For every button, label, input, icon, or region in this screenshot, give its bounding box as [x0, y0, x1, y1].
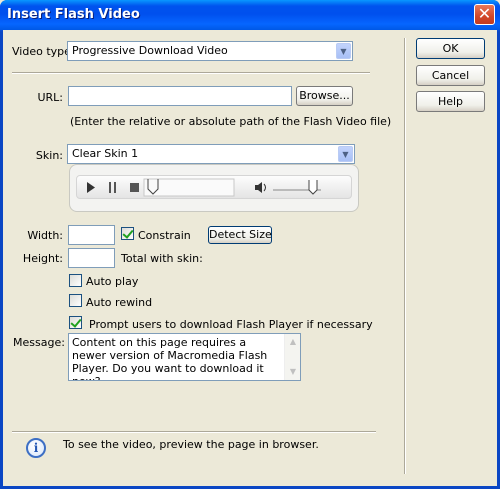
auto-rewind-checkbox[interactable] — [69, 294, 82, 307]
constrain-checkbox[interactable] — [121, 227, 134, 240]
video-type-label: Video type: — [12, 45, 75, 58]
skin-preview — [69, 164, 359, 212]
dialog-body: Video type: Progressive Download Video ▼… — [3, 30, 497, 486]
title-bar[interactable]: Insert Flash Video ✕ — [0, 0, 500, 30]
window-title: Insert Flash Video — [7, 7, 140, 22]
volume-thumb — [308, 180, 318, 195]
dialog-window: Insert Flash Video ✕ Video type: Progres… — [0, 0, 500, 489]
skin-value: Clear Skin 1 — [72, 147, 139, 160]
message-scrollbar[interactable]: ▲ ▼ — [284, 334, 300, 380]
width-input[interactable] — [68, 225, 115, 245]
message-textarea[interactable]: Content on this page requires a newer ve… — [68, 333, 301, 381]
message-text: Content on this page requires a newer ve… — [72, 336, 268, 380]
info-icon: i — [26, 438, 46, 458]
url-hint: (Enter the relative or absolute path of … — [70, 115, 392, 128]
detect-size-button[interactable]: Detect Size — [208, 226, 272, 244]
player-controls-preview — [76, 175, 352, 199]
height-label: Height: — [22, 252, 63, 265]
cancel-button[interactable]: Cancel — [416, 65, 485, 86]
bottom-divider — [12, 431, 376, 433]
ok-button[interactable]: OK — [416, 38, 485, 59]
video-type-select[interactable]: Progressive Download Video ▼ — [67, 41, 353, 61]
chevron-down-icon[interactable]: ▼ — [338, 146, 353, 162]
browse-button[interactable]: Browse... — [296, 86, 353, 106]
auto-play-checkbox[interactable] — [69, 274, 82, 287]
skin-label: Skin: — [35, 149, 63, 162]
message-label: Message: — [13, 336, 65, 349]
total-with-skin-label: Total with skin: — [121, 252, 203, 265]
scroll-down-icon[interactable]: ▼ — [286, 365, 300, 379]
height-input[interactable] — [68, 248, 115, 268]
top-divider — [12, 72, 370, 74]
url-input[interactable] — [68, 86, 292, 106]
help-button[interactable]: Help — [416, 91, 485, 112]
url-label: URL: — [37, 91, 63, 104]
scroll-up-icon[interactable]: ▲ — [286, 335, 300, 349]
stop-icon — [130, 183, 139, 192]
prompt-download-label: Prompt users to download Flash Player if… — [89, 318, 373, 331]
prompt-download-checkbox[interactable] — [69, 316, 82, 329]
auto-play-label: Auto play — [86, 275, 139, 288]
pause-icon — [109, 182, 116, 193]
vertical-divider — [404, 38, 406, 474]
close-icon: ✕ — [477, 4, 492, 23]
video-type-value: Progressive Download Video — [72, 44, 228, 57]
close-button[interactable]: ✕ — [474, 4, 495, 25]
footer-info-text: To see the video, preview the page in br… — [63, 438, 319, 451]
auto-rewind-label: Auto rewind — [86, 296, 153, 309]
play-icon — [87, 182, 95, 193]
skin-select[interactable]: Clear Skin 1 ▼ — [67, 144, 355, 164]
width-label: Width: — [27, 229, 63, 242]
chevron-down-icon[interactable]: ▼ — [336, 43, 351, 59]
player-controls-graphic — [87, 178, 321, 197]
speaker-icon — [255, 182, 266, 193]
constrain-label: Constrain — [138, 229, 191, 242]
